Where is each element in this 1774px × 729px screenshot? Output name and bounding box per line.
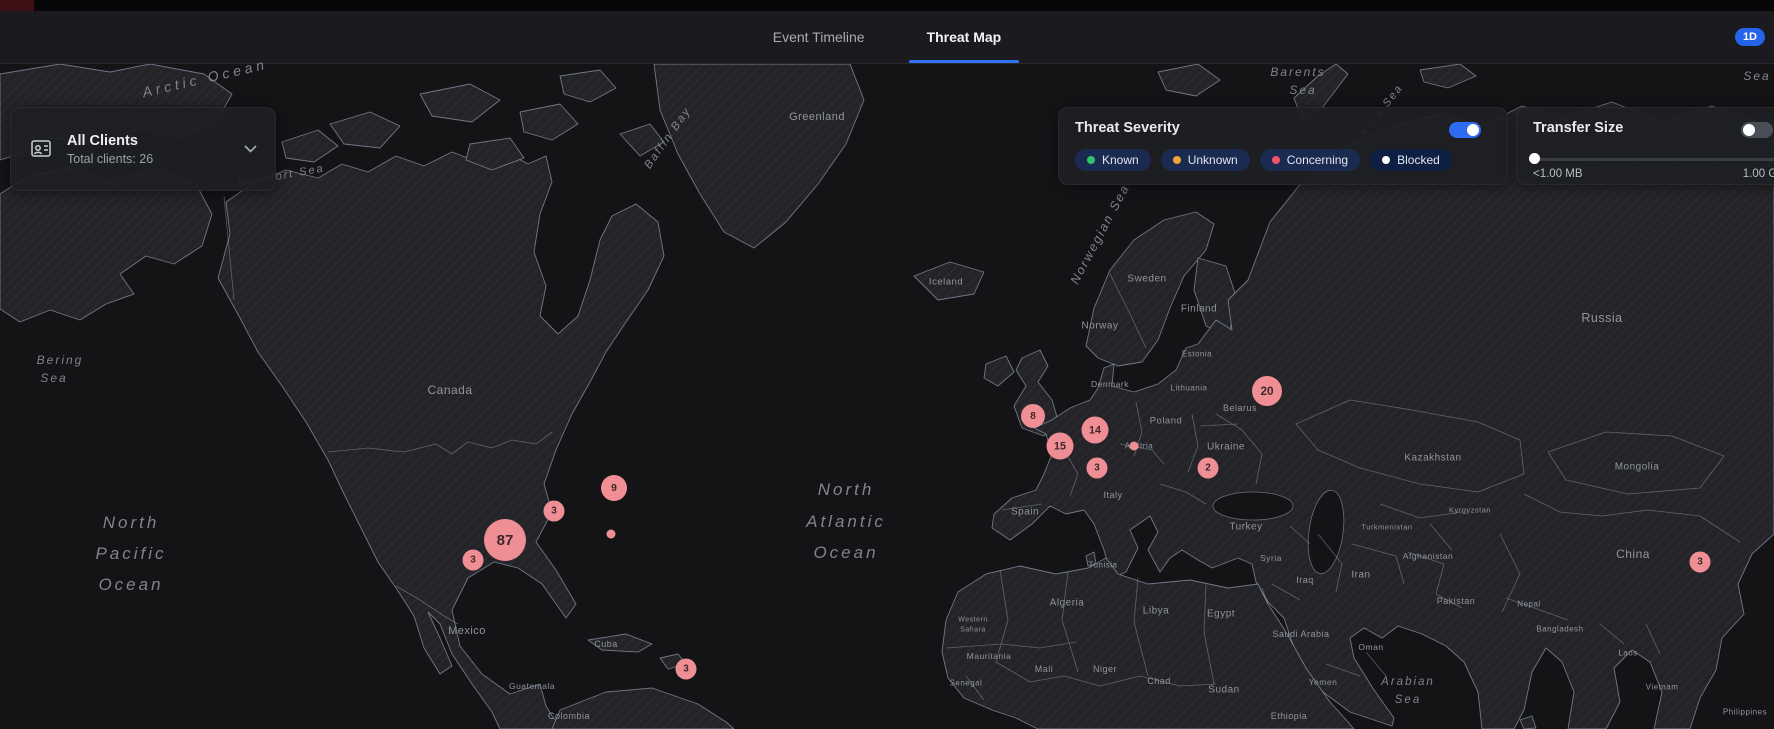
severity-filter-unknown[interactable]: Unknown bbox=[1161, 149, 1250, 171]
toggle-knob bbox=[1743, 124, 1755, 136]
threat-bubble[interactable]: 3 bbox=[1690, 552, 1711, 573]
tab-event-timeline[interactable]: Event Timeline bbox=[755, 11, 883, 63]
severity-dot-icon bbox=[1272, 156, 1280, 164]
threat-severity-toggle[interactable] bbox=[1449, 122, 1481, 138]
transfer-size-slider-track[interactable] bbox=[1533, 158, 1774, 161]
severity-filter-label: Blocked bbox=[1397, 153, 1440, 167]
transfer-size-slider-thumb[interactable] bbox=[1529, 153, 1540, 164]
threat-bubble[interactable]: 2 bbox=[1198, 458, 1219, 479]
transfer-size-min-label: <1.00 MB bbox=[1533, 168, 1583, 180]
transfer-size-max-label: 1.00 GB bbox=[1743, 168, 1774, 180]
chevron-down-icon[interactable] bbox=[244, 140, 257, 158]
threat-dot[interactable] bbox=[1130, 442, 1139, 451]
clients-text: All Clients Total clients: 26 bbox=[67, 133, 230, 166]
threat-bubble[interactable]: 3 bbox=[463, 550, 484, 571]
window-top-accent bbox=[0, 0, 34, 11]
severity-filter-known[interactable]: Known bbox=[1075, 149, 1151, 171]
threat-bubble[interactable]: 15 bbox=[1047, 433, 1074, 460]
threat-bubble[interactable]: 3 bbox=[1087, 458, 1108, 479]
severity-dot-icon bbox=[1382, 156, 1390, 164]
threat-bubble[interactable]: 20 bbox=[1252, 376, 1282, 406]
clients-selector[interactable]: All Clients Total clients: 26 bbox=[10, 107, 276, 191]
severity-filter-label: Concerning bbox=[1287, 153, 1348, 167]
threat-severity-title: Threat Severity bbox=[1075, 120, 1491, 136]
severity-filter-label: Unknown bbox=[1188, 153, 1238, 167]
threat-bubble[interactable]: 9 bbox=[601, 475, 627, 501]
tab-threat-map[interactable]: Threat Map bbox=[909, 11, 1020, 63]
transfer-size-range: <1.00 MB 1.00 GB bbox=[1533, 168, 1774, 180]
threat-bubble[interactable]: 3 bbox=[544, 501, 565, 522]
toggle-knob bbox=[1467, 124, 1479, 136]
clients-icon bbox=[29, 137, 53, 161]
window-top-strip bbox=[0, 0, 1774, 11]
transfer-size-toggle[interactable] bbox=[1741, 122, 1773, 138]
black-sea bbox=[1213, 492, 1293, 520]
tab-label: Threat Map bbox=[927, 29, 1002, 45]
severity-filter-label: Known bbox=[1102, 153, 1139, 167]
tab-label: Event Timeline bbox=[773, 29, 865, 45]
threat-severity-panel: Threat Severity Known Unknown Concerning Bl… bbox=[1058, 107, 1508, 185]
threat-bubble[interactable]: 3 bbox=[676, 659, 697, 680]
transfer-size-panel: Transfer Size <1.00 MB 1.00 GB bbox=[1516, 107, 1774, 185]
threat-bubble[interactable]: 8 bbox=[1021, 404, 1045, 428]
severity-dot-icon bbox=[1087, 156, 1095, 164]
clients-panel-subtitle: Total clients: 26 bbox=[67, 152, 230, 166]
time-range-badge[interactable]: 1D bbox=[1735, 28, 1765, 46]
threat-bubble[interactable]: 14 bbox=[1082, 417, 1109, 444]
severity-dot-icon bbox=[1173, 156, 1181, 164]
main-header: Event Timeline Threat Map 1D bbox=[0, 11, 1774, 64]
severity-filter-concerning[interactable]: Concerning bbox=[1260, 149, 1360, 171]
transfer-size-title: Transfer Size bbox=[1533, 120, 1774, 136]
tab-bar: Event Timeline Threat Map bbox=[755, 11, 1020, 63]
threat-dot[interactable] bbox=[607, 530, 616, 539]
clients-panel-title: All Clients bbox=[67, 133, 230, 149]
threat-map[interactable]: Arctic OceanBeaufort SeaBeringSeaNorthPa… bbox=[0, 64, 1774, 729]
severity-filter-blocked[interactable]: Blocked bbox=[1370, 149, 1452, 171]
severity-filters: Known Unknown Concerning Blocked bbox=[1075, 149, 1491, 171]
threat-bubble[interactable]: 87 bbox=[484, 519, 526, 561]
